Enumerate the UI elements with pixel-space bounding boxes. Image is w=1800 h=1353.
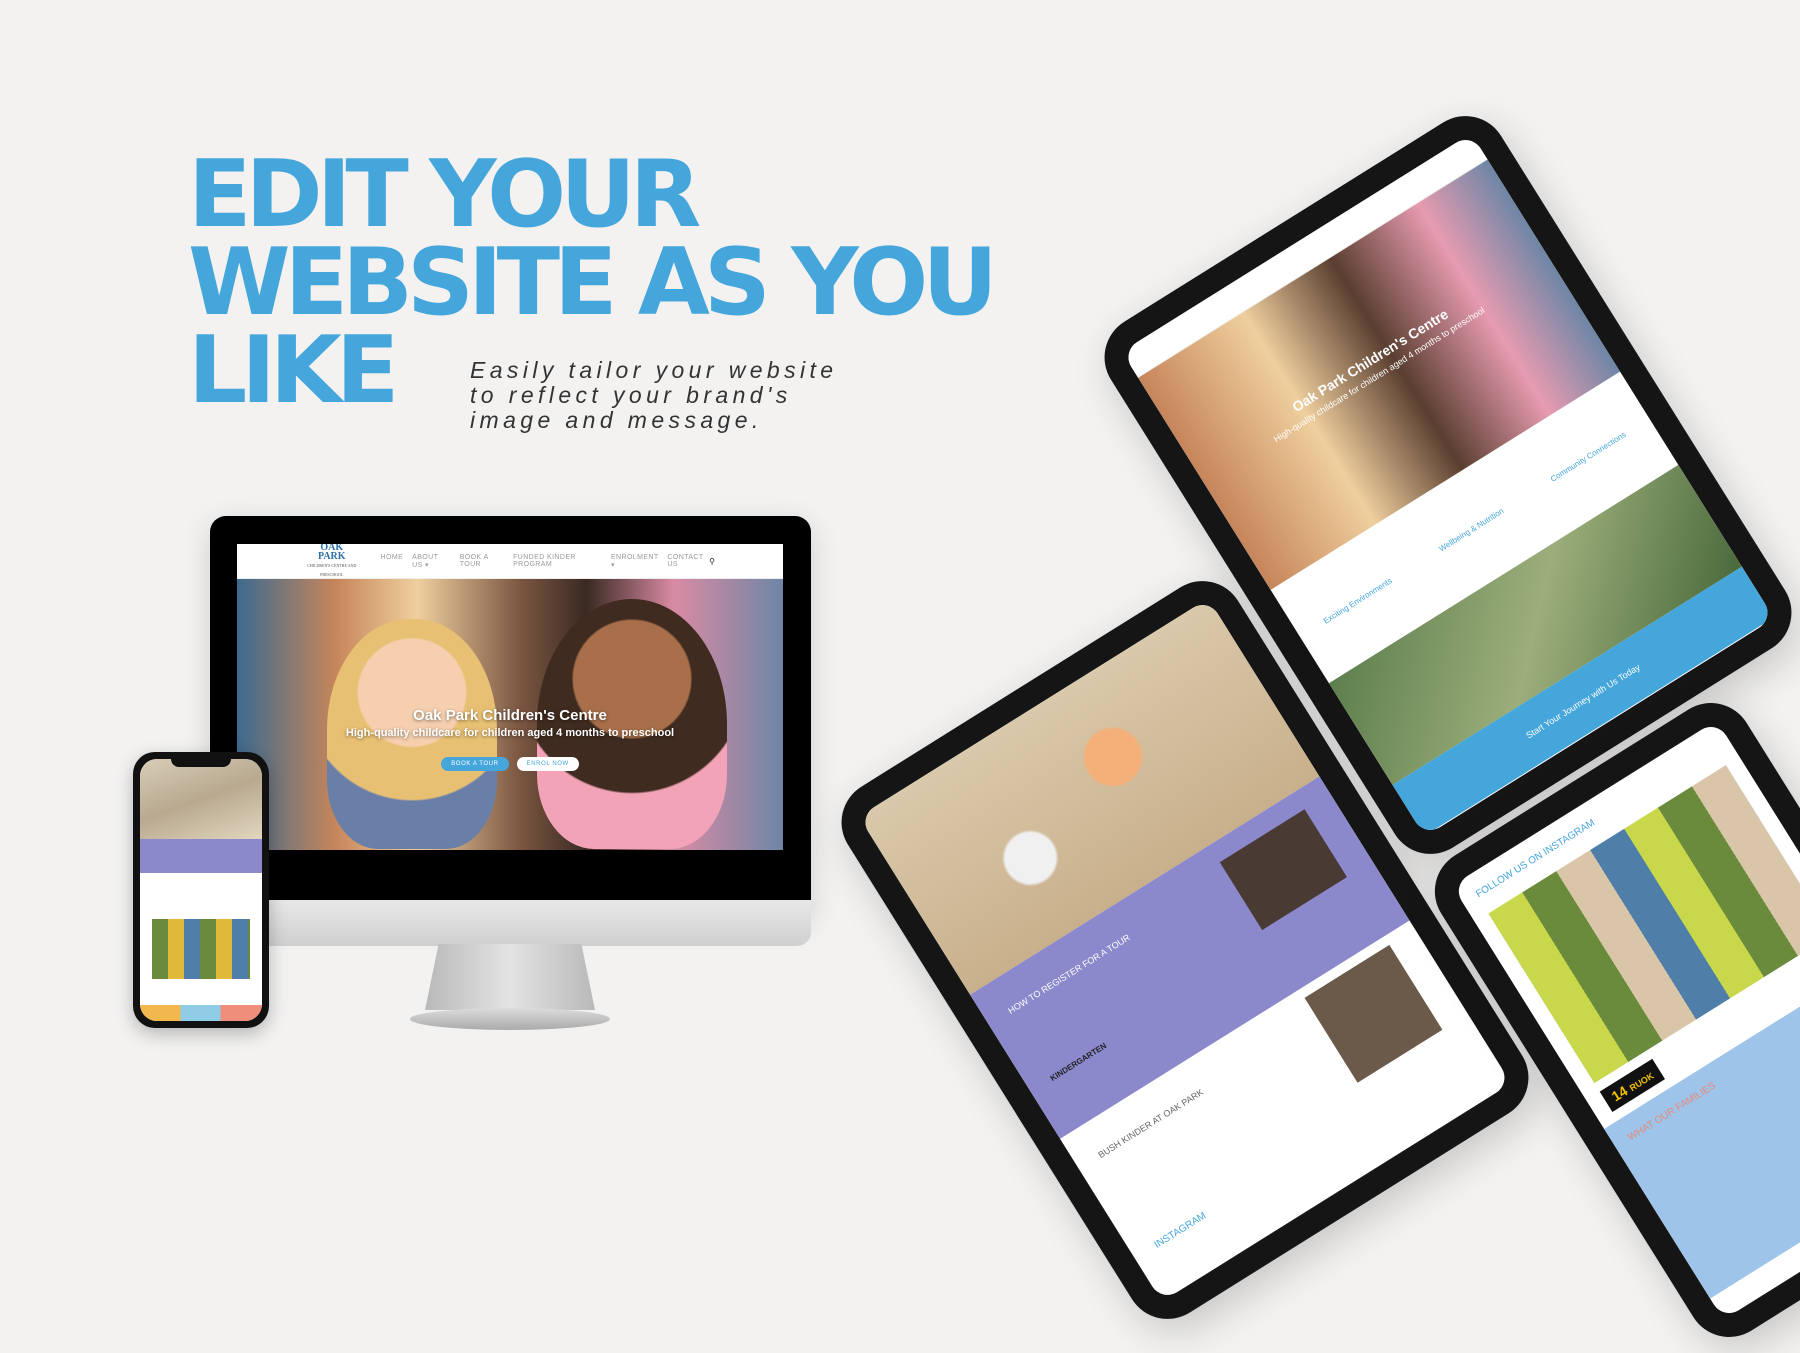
- feature-community-connections: Community Connections: [1548, 429, 1628, 484]
- feature-exciting-environments: Exciting Environments: [1321, 575, 1394, 626]
- tagline: Easily tailor your website to reflect yo…: [470, 358, 930, 433]
- enrol-now-button[interactable]: ENROL NOW: [516, 757, 579, 771]
- phone-notch: [171, 757, 231, 767]
- phone-hero-photo: [140, 759, 262, 839]
- monitor-base: [410, 1008, 610, 1030]
- logo-name: OAK PARK: [317, 544, 346, 562]
- book-a-tour-button[interactable]: BOOK A TOUR: [441, 757, 509, 771]
- hero-text: Oak Park Children's Centre High-quality …: [237, 707, 783, 739]
- desktop-nav-links: HOME ABOUT US ▾ BOOK A TOUR FUNDED KINDE…: [381, 554, 710, 569]
- nav-enrolment[interactable]: ENROLMENT ▾: [611, 554, 658, 569]
- phone-instagram-grid: [152, 919, 250, 979]
- phone-screen: [140, 759, 262, 1021]
- logo-sub: CHILDREN'S CENTRE AND PRESCHOOL: [307, 563, 357, 577]
- nav-funded-kinder[interactable]: FUNDED KINDER PROGRAM: [513, 554, 602, 569]
- kindergarten-label: KINDERGARTEN: [1048, 1041, 1109, 1083]
- nav-home[interactable]: HOME: [381, 554, 404, 569]
- desktop-hero: Oak Park Children's Centre High-quality …: [237, 579, 783, 850]
- nav-book-a-tour[interactable]: BOOK A TOUR: [460, 554, 504, 569]
- search-icon[interactable]: ⚲: [709, 557, 715, 566]
- hero-buttons: BOOK A TOUR ENROL NOW: [237, 757, 783, 771]
- phone-lavender-section: [140, 839, 262, 873]
- phone-footer-space: [140, 979, 262, 1005]
- desktop-screen: OAK PARK CHILDREN'S CENTRE AND PRESCHOOL…: [237, 544, 783, 850]
- headline-line-2: WEBSITE AS YOU: [188, 228, 998, 336]
- tablet-middle-family-photo: [1219, 809, 1347, 931]
- hero-subtitle: High-quality childcare for children aged…: [345, 727, 675, 739]
- tagline-line-1: Easily tailor your website: [470, 357, 838, 383]
- feature-wellbeing-nutrition: Wellbeing & Nutrition: [1437, 505, 1506, 554]
- headline-line-1: EDIT YOUR: [188, 140, 701, 248]
- tagline-line-3: image and message.: [470, 407, 763, 433]
- oak-park-logo[interactable]: OAK PARK CHILDREN'S CENTRE AND PRESCHOOL: [307, 544, 357, 579]
- tagline-line-2: to reflect your brand's: [470, 382, 792, 408]
- monitor-chin: [210, 900, 811, 946]
- nav-about-us[interactable]: ABOUT US ▾: [412, 554, 451, 569]
- phone-text-section: [140, 873, 262, 919]
- hero-title: Oak Park Children's Centre: [413, 707, 607, 724]
- monitor-stand: [425, 944, 595, 1010]
- nav-contact-us[interactable]: CONTACT US: [667, 554, 709, 569]
- desktop-navbar: OAK PARK CHILDREN'S CENTRE AND PRESCHOOL…: [237, 544, 783, 579]
- badge-sub: RUOK: [1627, 1070, 1656, 1094]
- phone-footer-cards: [140, 1005, 262, 1021]
